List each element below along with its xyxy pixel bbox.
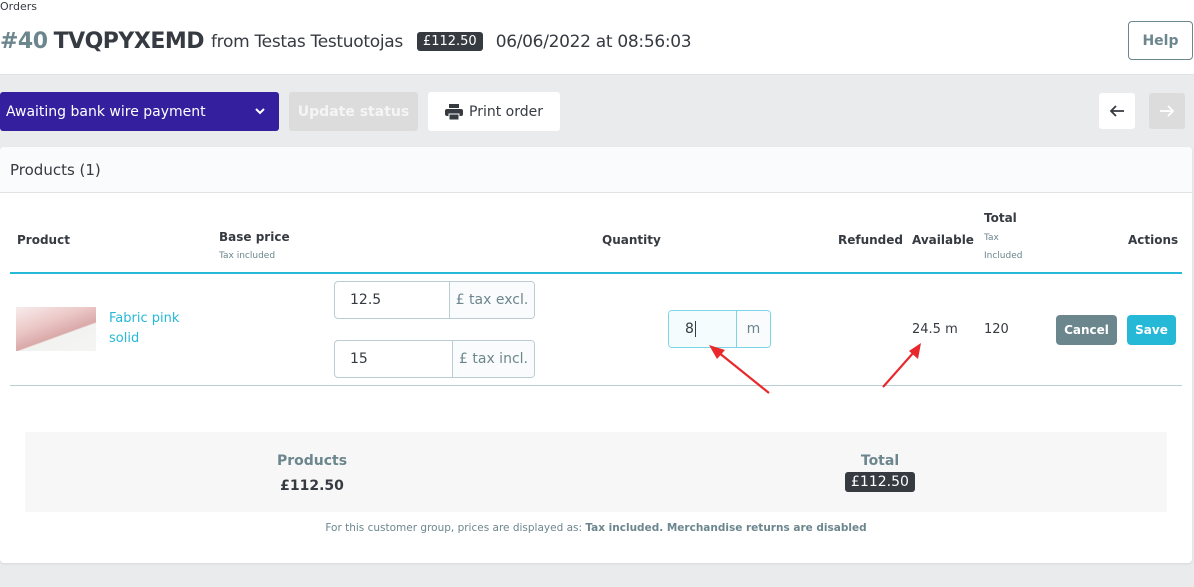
update-status-button[interactable]: Update status	[289, 92, 418, 131]
column-header-base-price: Base price	[219, 230, 290, 244]
price-tax-incl-input[interactable]: 15 £ tax incl.	[334, 340, 535, 378]
order-status-value: Awaiting bank wire payment	[6, 103, 206, 120]
cancel-button[interactable]: Cancel	[1056, 315, 1117, 345]
quantity-unit: m	[737, 311, 770, 347]
quantity-input[interactable]: 8 m	[668, 310, 771, 348]
price-tax-incl-addon: £ tax incl.	[452, 341, 534, 377]
summary-total-badge: £112.50	[845, 472, 915, 492]
chevron-down-icon	[255, 108, 265, 115]
price-tax-incl-value: 15	[350, 351, 368, 367]
customer-name: from Testas Testuotojas	[211, 31, 403, 52]
total-value: 120	[984, 322, 1009, 337]
order-summary: Products £112.50 Total £112.50	[25, 432, 1167, 512]
column-header-refunded: Refunded	[838, 233, 904, 247]
summary-products-label: Products	[276, 453, 348, 469]
available-value: 24.5 m	[912, 322, 958, 337]
arrow-left-icon	[1109, 105, 1124, 117]
column-header-actions: Actions	[1128, 233, 1179, 247]
next-order-button[interactable]	[1149, 93, 1185, 129]
text-cursor	[694, 321, 696, 337]
page-title: #40 TVQPYXEMD from Testas Testuotojas £1…	[0, 29, 692, 54]
price-tax-excl-addon: £ tax excl.	[449, 282, 534, 318]
column-header-product: Product	[17, 233, 70, 247]
tax-footnote: For this customer group, prices are disp…	[0, 522, 1192, 534]
order-number: #40	[0, 29, 48, 54]
order-date: 06/06/2022 at 08:56:03	[495, 31, 692, 52]
price-tax-excl-value: 12.5	[350, 292, 382, 308]
previous-order-button[interactable]	[1099, 93, 1135, 129]
products-card: Products (1) Product Base price Tax incl…	[0, 147, 1192, 563]
printer-icon	[445, 103, 463, 120]
order-status-select[interactable]: Awaiting bank wire payment	[0, 92, 279, 131]
column-header-available: Available	[912, 233, 974, 247]
products-card-title: Products (1)	[0, 147, 1192, 193]
help-button[interactable]: Help	[1128, 21, 1193, 60]
order-reference: TVQPYXEMD	[53, 29, 205, 54]
breadcrumb[interactable]: Orders	[0, 0, 37, 13]
row-divider	[10, 385, 1182, 386]
order-toolbar: Awaiting bank wire payment Update status…	[0, 92, 1194, 132]
column-header-quantity: Quantity	[602, 233, 661, 247]
column-subheader-base-price: Tax included	[219, 251, 276, 261]
column-subheader-total-1: Tax	[984, 233, 999, 243]
price-tax-excl-input[interactable]: 12.5 £ tax excl.	[334, 281, 535, 319]
print-order-button[interactable]: Print order	[428, 92, 560, 131]
column-header-total: Total	[984, 211, 1017, 225]
page-header: Orders #40 TVQPYXEMD from Testas Testuot…	[0, 0, 1194, 75]
footnote-bold-text: Tax included. Merchandise returns are di…	[585, 522, 867, 534]
save-button[interactable]: Save	[1127, 315, 1176, 345]
product-thumbnail	[16, 307, 96, 351]
quantity-value: 8	[685, 321, 694, 337]
arrow-right-icon	[1160, 105, 1175, 117]
header-divider	[10, 272, 1182, 274]
footnote-text: For this customer group, prices are disp…	[325, 522, 586, 534]
print-order-label: Print order	[469, 103, 543, 120]
product-name-link[interactable]: Fabric pink solid	[109, 309, 199, 349]
summary-total-label: Total	[860, 453, 900, 469]
order-total-badge: £112.50	[416, 32, 483, 51]
summary-products-value: £112.50	[280, 478, 344, 494]
column-subheader-total-2: Included	[984, 251, 1023, 261]
